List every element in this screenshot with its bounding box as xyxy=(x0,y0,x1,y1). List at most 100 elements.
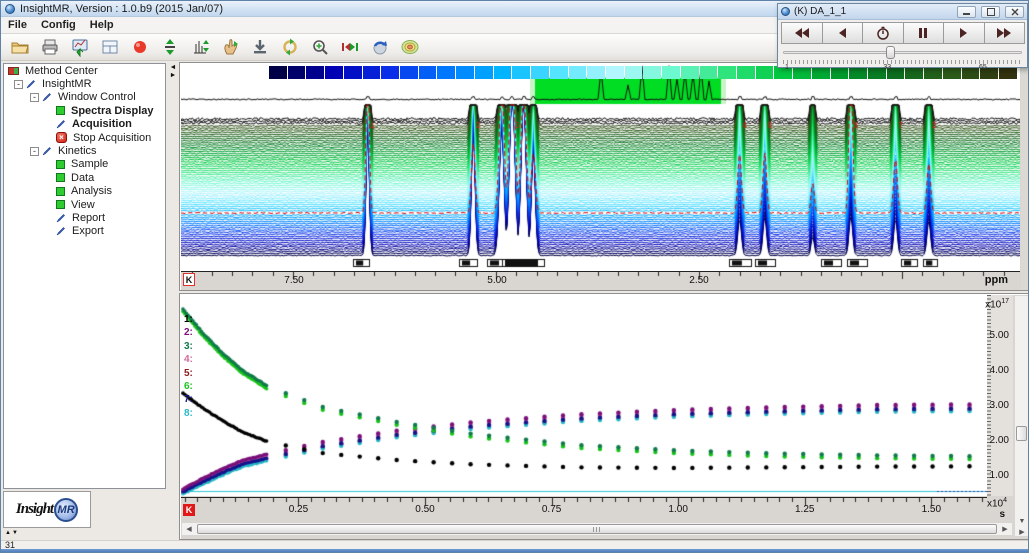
spectra-canvas[interactable] xyxy=(181,64,1020,271)
kinetics-k-badge[interactable]: K xyxy=(183,504,195,516)
kinetics-canvas[interactable] xyxy=(181,295,987,496)
v-scroll-thumb[interactable] xyxy=(1016,426,1027,441)
tree-item-kinetics[interactable]: -Kinetics xyxy=(4,144,165,157)
slider-track[interactable] xyxy=(783,51,1022,54)
set-baseline-icon[interactable] xyxy=(250,37,270,57)
menu-config[interactable]: Config xyxy=(34,18,83,32)
tree-item-label: View xyxy=(69,199,97,211)
slider-thumb[interactable] xyxy=(886,46,895,59)
tree-item-stop-acquisition[interactable]: ×Stop Acquisition xyxy=(4,131,165,144)
green-icon xyxy=(56,187,65,196)
time-tick-label: 1.50 xyxy=(909,504,953,515)
color-scale-cell xyxy=(756,66,774,79)
window-layout-icon[interactable] xyxy=(100,37,120,57)
scroll-left-icon[interactable]: ◀ xyxy=(182,525,196,533)
scale-peaks-icon[interactable] xyxy=(190,37,210,57)
play-button[interactable] xyxy=(943,22,985,44)
ppm-tick-label: 5.00 xyxy=(475,275,519,286)
tree-item-data[interactable]: Data xyxy=(4,171,165,184)
grab-shift-icon[interactable] xyxy=(220,37,240,57)
tree-expander-icon[interactable]: - xyxy=(30,147,39,156)
pen-icon xyxy=(26,79,36,89)
player-title: (K) DA_1_1 xyxy=(794,6,952,17)
intensity-tick-label: 3.00 xyxy=(990,400,1009,411)
step-back-button[interactable] xyxy=(822,22,864,44)
legend-entry: 4: xyxy=(184,353,193,366)
kinetics-v-scrollbar[interactable]: ▼ ▶ xyxy=(1014,295,1029,537)
open-folder-icon[interactable] xyxy=(10,37,30,57)
player-titlebar[interactable]: (K) DA_1_1 xyxy=(778,4,1027,20)
skip-to-start-button[interactable] xyxy=(781,22,823,44)
method-tree: Method Center-InsightMR-Window ControlSp… xyxy=(3,63,166,489)
slider-label-mid: 33 xyxy=(883,64,891,71)
timer-button[interactable] xyxy=(862,22,904,44)
kinetics-legend: 1:2:3:4:5:6:7:8: xyxy=(184,313,193,420)
tree-item-label: Spectra Display xyxy=(69,105,156,117)
spectra-k-badge[interactable]: K xyxy=(183,273,195,286)
replay-loop-icon[interactable] xyxy=(280,37,300,57)
fit-vertical-scale-icon[interactable] xyxy=(160,37,180,57)
scroll-down-icon[interactable]: ▼ xyxy=(1017,518,1027,525)
kinetics-plot-area[interactable]: 1:2:3:4:5:6:7:8: xyxy=(181,295,987,496)
minimize-button[interactable] xyxy=(957,6,976,18)
ppm-tick-label: 2.50 xyxy=(677,275,721,286)
color-scale-cell xyxy=(437,66,455,79)
tree-item-insightmr[interactable]: - InsightMR xyxy=(4,77,165,90)
legend-entry: 5: xyxy=(184,367,193,380)
close-button[interactable] xyxy=(1005,6,1024,18)
tree-item-label: Window Control xyxy=(56,91,138,103)
tree-expander-icon[interactable]: - xyxy=(30,93,39,102)
green-icon xyxy=(56,160,65,169)
tree-item-export[interactable]: Export xyxy=(4,225,165,238)
spectra-x-axis: 7.50 5.00 2.50 ppm K xyxy=(181,271,1020,290)
tree-item-view[interactable]: View xyxy=(4,198,165,211)
maximize-button[interactable] xyxy=(981,6,1000,18)
insightmr-logo-tab[interactable]: Insight MR xyxy=(3,491,91,528)
color-scale-cell xyxy=(269,66,287,79)
player-window[interactable]: (K) DA_1_1 1 33 65 xyxy=(777,3,1028,68)
spectra-plot-area[interactable] xyxy=(181,64,1020,271)
print-icon[interactable] xyxy=(40,37,60,57)
legend-entry: 2: xyxy=(184,326,193,339)
menu-file[interactable]: File xyxy=(1,18,34,32)
tree-item-acquisition[interactable]: Acquisition xyxy=(4,118,165,131)
tree-item-report[interactable]: Report xyxy=(4,211,165,224)
zoom-reset-icon[interactable] xyxy=(310,37,330,57)
app-icon xyxy=(5,4,15,14)
kinetics-panel: 1:2:3:4:5:6:7:8: 5.004.003.002.001.00 x1… xyxy=(179,293,1029,540)
kinetics-h-scrollbar[interactable]: ◀ ▶ xyxy=(181,522,1013,536)
contour-levels-icon[interactable] xyxy=(400,37,420,57)
spectra-display-panel: 7.50 5.00 2.50 ppm K xyxy=(179,62,1029,291)
undo-arrow-icon[interactable] xyxy=(370,37,390,57)
tree-item-sample[interactable]: Sample xyxy=(4,158,165,171)
step-first-last-icon[interactable] xyxy=(340,37,360,57)
color-scale-cell xyxy=(643,66,661,79)
skip-to-end-button[interactable] xyxy=(984,22,1026,44)
pause-button[interactable] xyxy=(903,22,945,44)
color-scale-cell xyxy=(587,66,605,79)
legend-entry: 6: xyxy=(184,380,193,393)
h-scroll-thumb[interactable] xyxy=(197,524,997,534)
pen-icon xyxy=(56,226,66,236)
record-acquisition-icon[interactable] xyxy=(130,37,150,57)
export-display-icon[interactable] xyxy=(70,37,90,57)
window-title: InsightMR, Version : 1.0.b9 (2015 Jan/07… xyxy=(20,3,223,15)
tree-item-window-control[interactable]: - Window Control xyxy=(4,91,165,104)
color-scale-cell xyxy=(625,66,643,79)
tree-item-label: InsightMR xyxy=(40,78,94,90)
time-tick-label: 1.00 xyxy=(656,504,700,515)
tree-item-spectra-display[interactable]: Spectra Display xyxy=(4,104,165,117)
ppm-tick-label: 7.50 xyxy=(272,275,316,286)
scroll-right-small-icon[interactable]: ▶ xyxy=(1017,528,1027,536)
tree-item-analysis[interactable]: Analysis xyxy=(4,185,165,198)
tree-item-method-center[interactable]: Method Center xyxy=(4,64,165,77)
tree-expander-icon[interactable]: - xyxy=(14,80,23,89)
spectrum-slider: 1 33 65 xyxy=(783,45,1022,69)
color-scale-cell xyxy=(288,66,306,79)
splitter-collapse-icon[interactable]: ◄► xyxy=(168,64,178,84)
color-scale-cell xyxy=(419,66,437,79)
tab-scroll-arrows-icon[interactable]: ▲▼ xyxy=(5,530,19,536)
pen-icon xyxy=(42,92,52,102)
menu-help[interactable]: Help xyxy=(83,18,121,32)
scroll-right-icon[interactable]: ▶ xyxy=(998,525,1012,533)
